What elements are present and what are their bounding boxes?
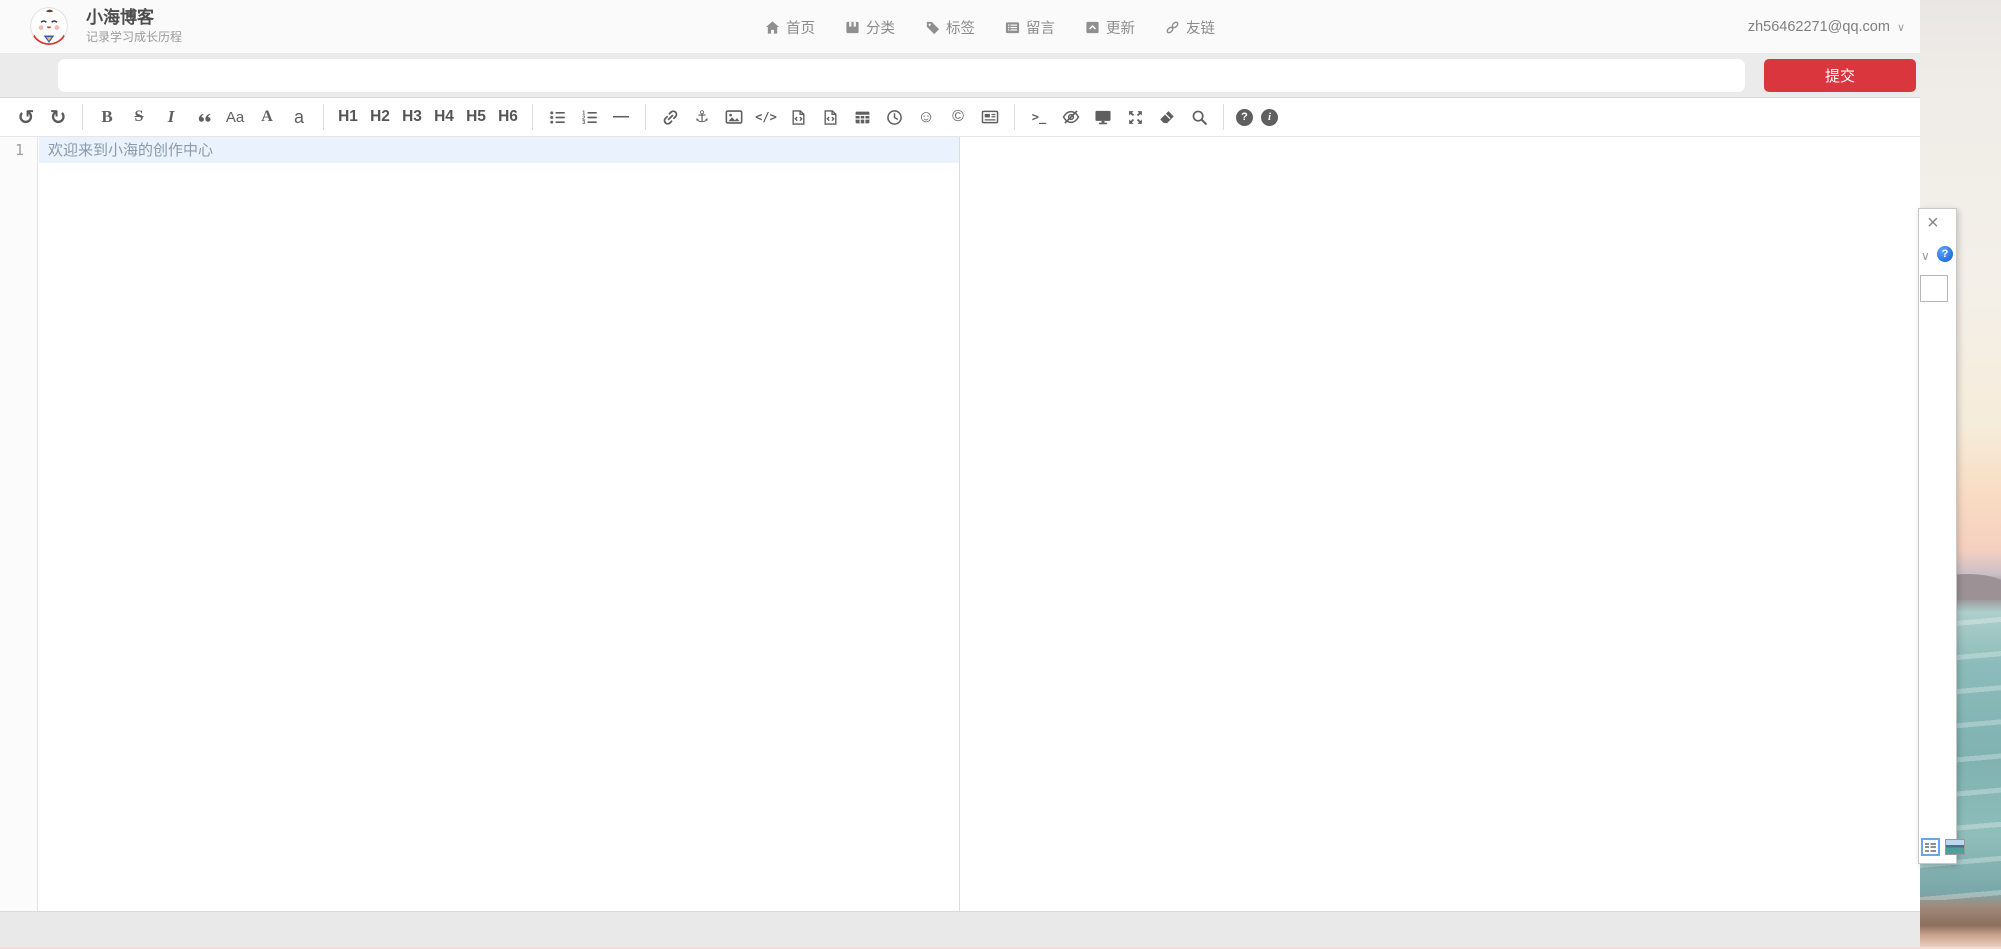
site-logo-avatar	[30, 7, 68, 45]
list-view-icon[interactable]	[1921, 838, 1940, 856]
goto-line-icon[interactable]: >_	[1027, 103, 1051, 131]
overlay-bottom-icons	[1921, 838, 1965, 856]
page-footer	[0, 911, 1920, 947]
nav-label: 更新	[1106, 17, 1135, 38]
toolbar-divider	[1014, 104, 1015, 130]
markdown-editor[interactable]: 1 欢迎来到小海的创作中心	[0, 137, 960, 911]
nav-label: 友链	[1186, 17, 1215, 38]
title-bar: 提交	[0, 54, 1920, 97]
hr-icon[interactable]: —	[609, 103, 633, 131]
datetime-icon[interactable]	[882, 103, 906, 131]
lowercase-icon[interactable]: a	[287, 103, 311, 131]
link-icon[interactable]	[658, 103, 682, 131]
editor-wrap: 1 欢迎来到小海的创作中心	[0, 137, 1920, 911]
bold-icon[interactable]: B	[95, 103, 119, 131]
site-header: 小海博客 记录学习成长历程 首页 分类 标签 留言 更新 友链 zh56462271@qq…	[0, 0, 1920, 54]
main-content: 小海博客 记录学习成长历程 首页 分类 标签 留言 更新 友链 zh56462271@qq…	[0, 0, 1920, 947]
nav-item-tag[interactable]: 标签	[925, 17, 975, 38]
site-title: 小海博客	[86, 8, 182, 28]
preview-icon[interactable]	[1091, 103, 1115, 131]
undo-icon[interactable]: ↺	[14, 103, 38, 131]
quote-icon[interactable]	[191, 103, 215, 131]
nav-label: 留言	[1026, 17, 1055, 38]
toolbar-divider	[1223, 104, 1224, 130]
line-number: 1	[0, 137, 37, 163]
user-email: zh56462271@qq.com	[1748, 19, 1890, 35]
nav-item-update[interactable]: 更新	[1085, 17, 1135, 38]
brand-text: 小海博客 记录学习成长历程	[86, 8, 182, 45]
h6-icon[interactable]: H6	[496, 103, 520, 131]
editor-toolbar: ↺ ↻ BSI Aa Aa H1 H2 H3 H4 H5 H6 123 — ⚓ </> ☺ © >_? i	[0, 97, 1920, 137]
toolbar-divider	[532, 104, 533, 130]
user-menu[interactable]: zh56462271@qq.com ∨	[1748, 0, 1905, 54]
fullscreen-icon[interactable]	[1123, 103, 1147, 131]
emoji-icon[interactable]: ☺	[914, 103, 938, 131]
anchor-icon[interactable]: ⚓	[690, 103, 714, 131]
home-icon	[765, 20, 780, 35]
h2-icon[interactable]: H2	[368, 103, 392, 131]
main-nav: 首页 分类 标签 留言 更新 友链	[765, 0, 1245, 54]
info-icon[interactable]: i	[1261, 109, 1278, 126]
pagebreak-icon[interactable]	[978, 103, 1002, 131]
image-view-icon[interactable]	[1945, 839, 1965, 855]
italic-icon[interactable]: I	[159, 103, 183, 131]
code-icon[interactable]: </>	[754, 103, 778, 131]
update-icon	[1085, 20, 1100, 35]
strikethrough-icon[interactable]: S	[127, 103, 151, 131]
markdown-preview	[960, 137, 1920, 911]
tag-icon	[925, 20, 940, 35]
nav-item-home[interactable]: 首页	[765, 17, 815, 38]
search-icon[interactable]	[1187, 103, 1211, 131]
overlay-input[interactable]	[1920, 275, 1948, 302]
help-icon[interactable]: ?	[1236, 109, 1253, 126]
chevron-down-icon[interactable]: ∨	[1921, 249, 1930, 263]
submit-button[interactable]: 提交	[1764, 59, 1916, 92]
page: 小海博客 记录学习成长历程 首页 分类 标签 留言 更新 友链 zh56462271@qq…	[0, 0, 2001, 949]
line-number-gutter: 1	[0, 137, 38, 911]
redo-icon[interactable]: ↻	[46, 103, 70, 131]
category-icon	[845, 20, 860, 35]
table-icon[interactable]	[850, 103, 874, 131]
close-icon[interactable]: ×	[1927, 213, 1939, 233]
code-area: 欢迎来到小海的创作中心	[39, 137, 959, 163]
list-ol-icon[interactable]: 123	[577, 103, 601, 131]
h1-icon[interactable]: H1	[336, 103, 360, 131]
chevron-down-icon: ∨	[1897, 21, 1905, 34]
uppercase-icon[interactable]: A	[255, 103, 279, 131]
help-icon[interactable]: ?	[1937, 246, 1953, 262]
friend-link-icon	[1165, 20, 1180, 35]
toolbar-divider	[645, 104, 646, 130]
nav-label: 首页	[786, 17, 815, 38]
nav-item-category[interactable]: 分类	[845, 17, 895, 38]
code-block-icon[interactable]	[818, 103, 842, 131]
message-icon	[1005, 20, 1020, 35]
watch-icon[interactable]	[1059, 103, 1083, 131]
preformatted-text-icon[interactable]	[786, 103, 810, 131]
svg-text:3: 3	[582, 120, 585, 126]
clear-icon[interactable]	[1155, 103, 1179, 131]
post-title-input[interactable]	[58, 59, 1745, 92]
h4-icon[interactable]: H4	[432, 103, 456, 131]
nav-item-message[interactable]: 留言	[1005, 17, 1055, 38]
nav-label: 分类	[866, 17, 895, 38]
list-ul-icon[interactable]	[545, 103, 569, 131]
h5-icon[interactable]: H5	[464, 103, 488, 131]
extension-overlay-panel: × ∨ ?	[1918, 208, 1957, 864]
html-entities-icon[interactable]: ©	[946, 103, 970, 131]
site-subtitle: 记录学习成长历程	[86, 30, 182, 45]
nav-item-friend-link[interactable]: 友链	[1165, 17, 1215, 38]
image-icon[interactable]	[722, 103, 746, 131]
toolbar-divider	[323, 104, 324, 130]
ucwords-icon[interactable]: Aa	[223, 103, 247, 131]
h3-icon[interactable]: H3	[400, 103, 424, 131]
editor-text: 欢迎来到小海的创作中心	[39, 141, 213, 159]
toolbar-divider	[82, 104, 83, 130]
nav-label: 标签	[946, 17, 975, 38]
site-brand[interactable]: 小海博客 记录学习成长历程	[30, 7, 182, 45]
active-line: 欢迎来到小海的创作中心	[39, 137, 959, 163]
